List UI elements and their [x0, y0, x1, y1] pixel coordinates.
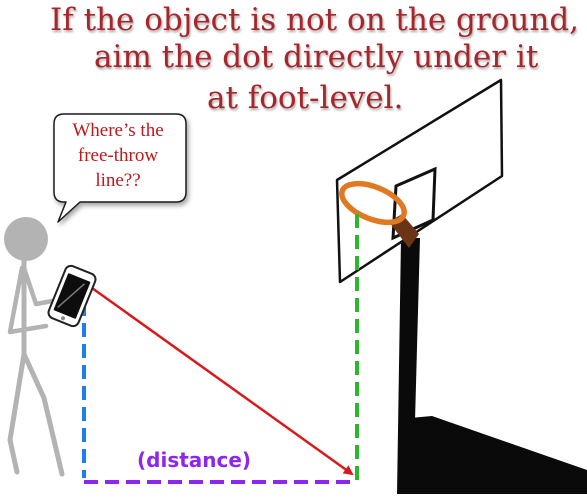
instruction-heading-line: at foot-level. [207, 80, 404, 116]
speech-bubble-text: Where’s the free-throw line?? [56, 118, 180, 193]
stick-figure [4, 217, 65, 477]
person-head [4, 217, 48, 261]
basketball-hoop [335, 78, 587, 494]
aim-arrow [91, 286, 354, 476]
hoop-base [398, 416, 587, 494]
illustration: Where’s the free-throw line?? If the obj… [0, 0, 587, 494]
distance-label: (distance) [137, 448, 252, 472]
person-right-leg [21, 351, 65, 477]
instruction-heading-line: If the object is not on the ground, [50, 2, 580, 38]
speech-bubble-line: free-throw [77, 145, 159, 166]
phone [47, 264, 97, 328]
instruction-heading-line: aim the dot directly under it [94, 39, 539, 75]
speech-bubble-line: line?? [95, 170, 141, 191]
person-left-leg [7, 351, 27, 475]
speech-bubble-line: Where’s the [72, 120, 164, 141]
